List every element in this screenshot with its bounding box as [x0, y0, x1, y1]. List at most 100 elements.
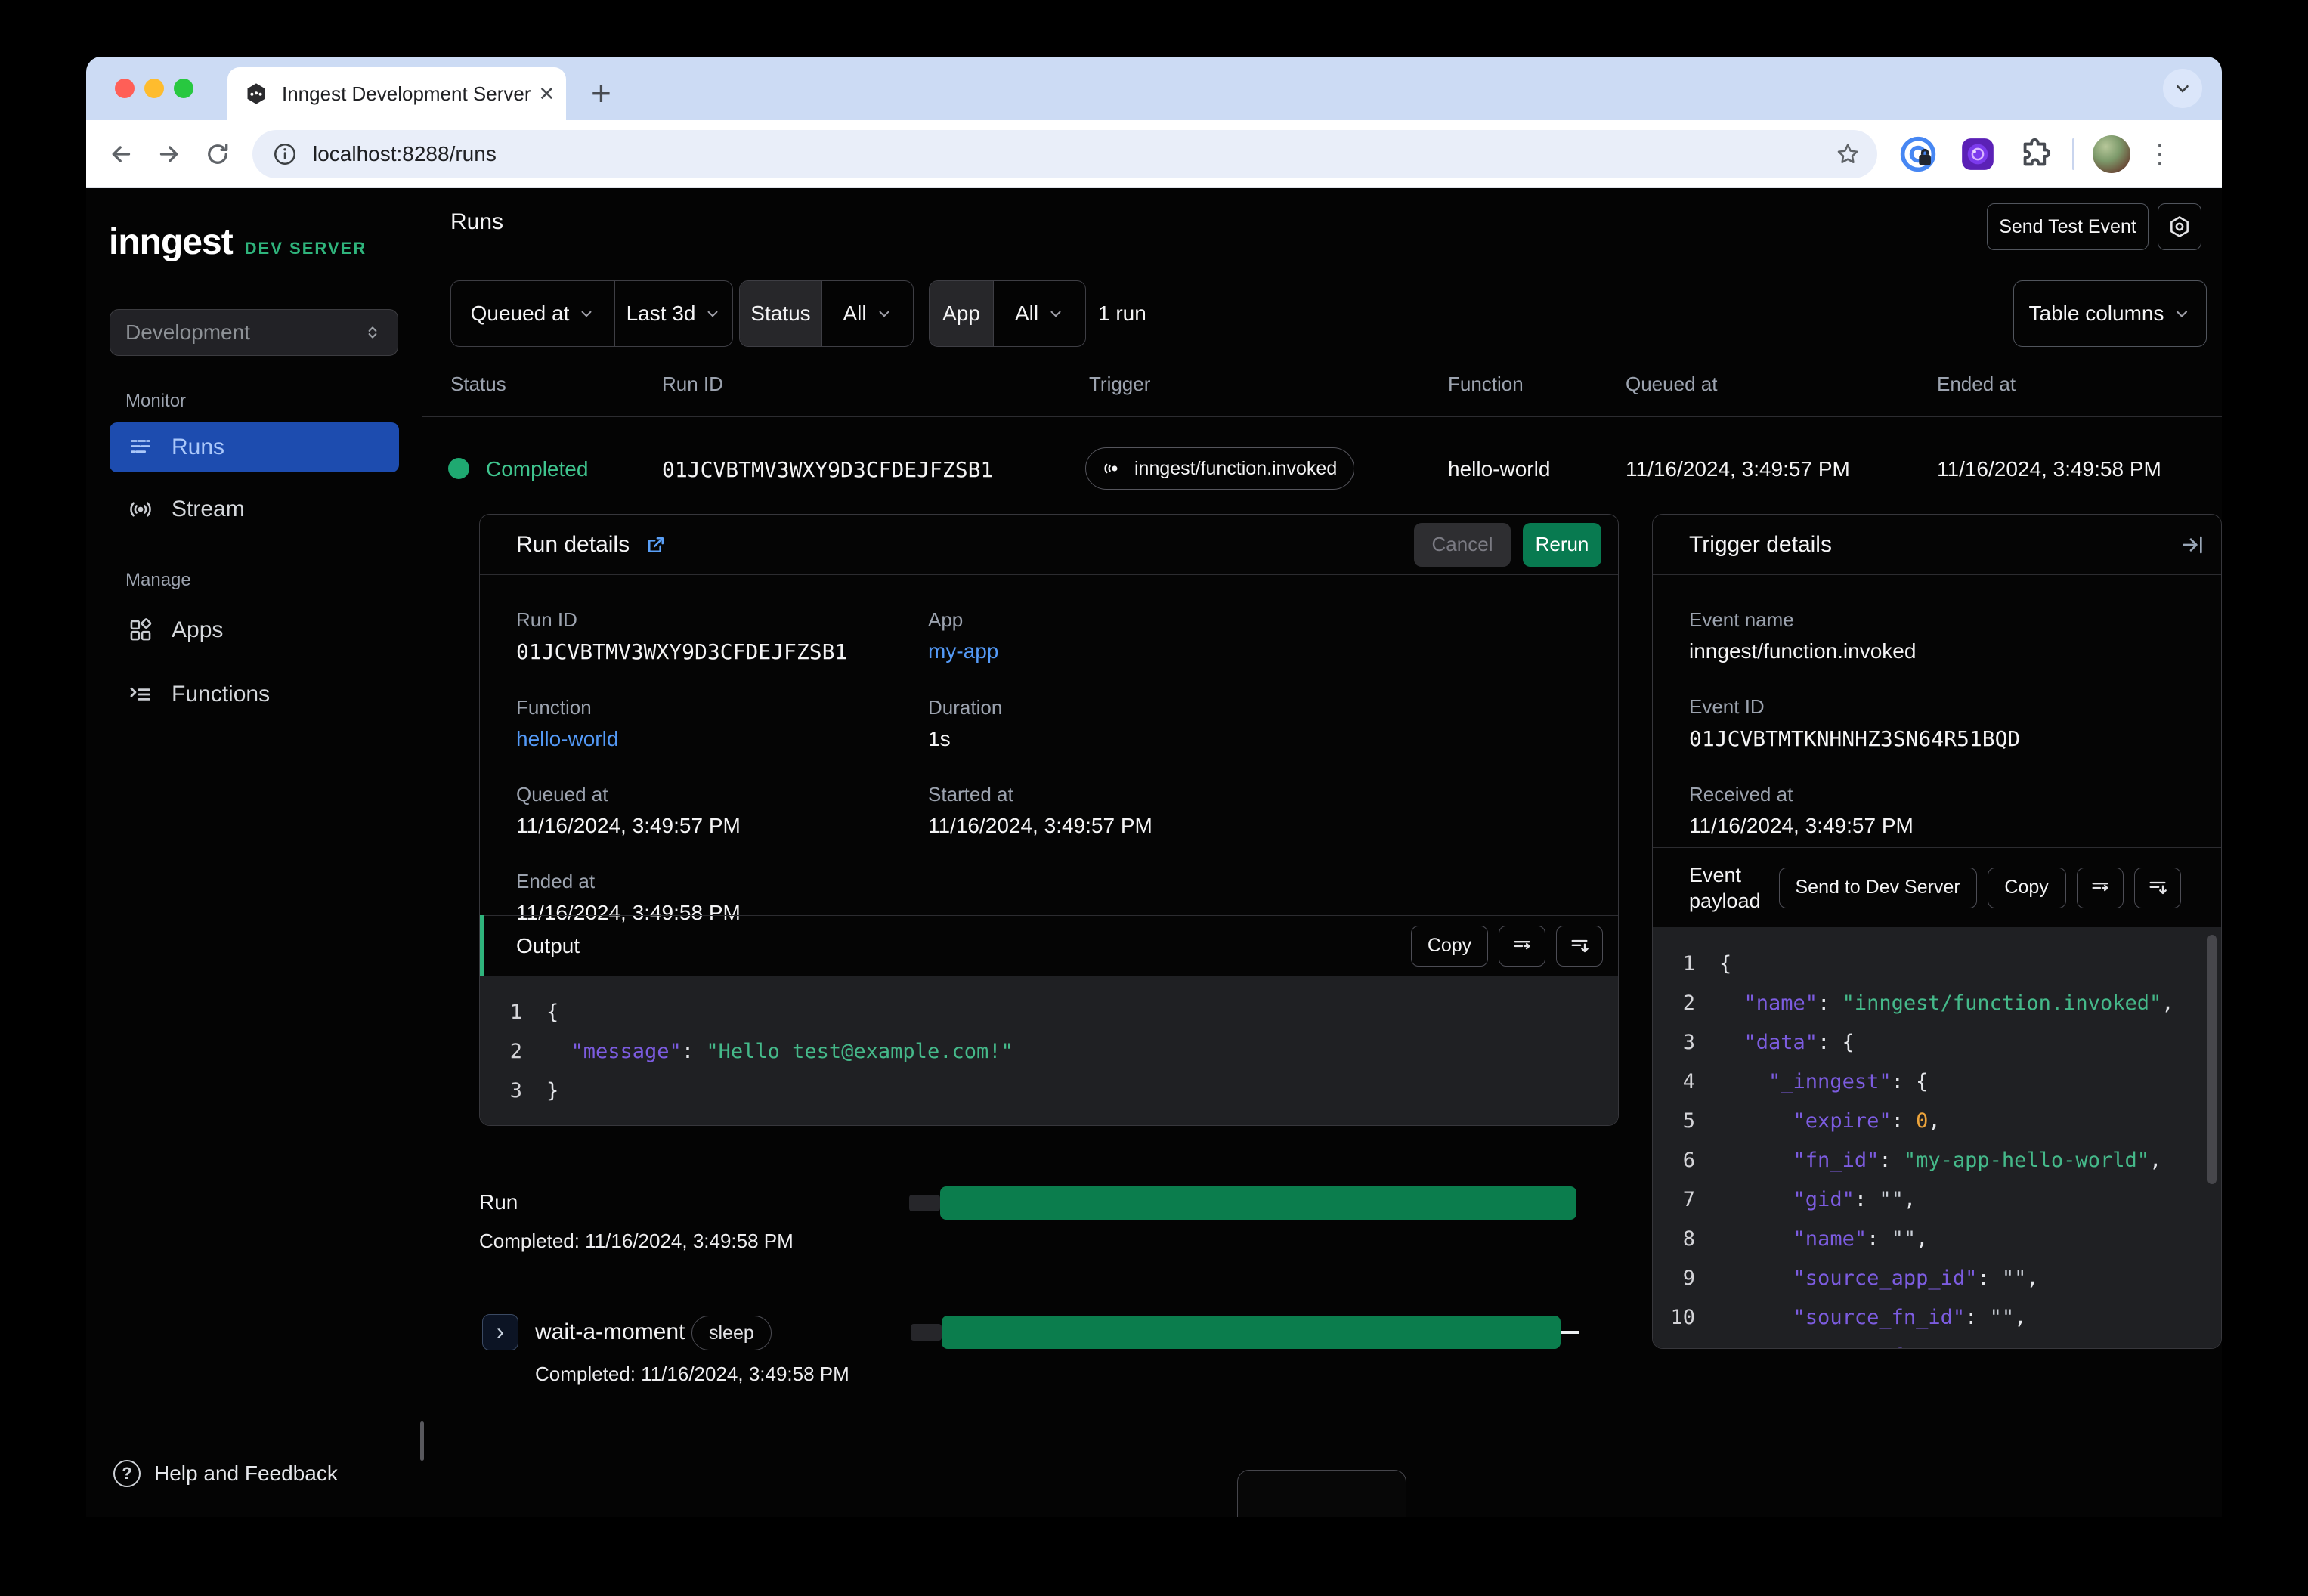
- chevron-down-icon: [2173, 305, 2191, 323]
- scroll-to-bottom-button[interactable]: [1556, 925, 1603, 967]
- column-header-run-id[interactable]: Run ID: [662, 373, 723, 396]
- settings-button[interactable]: [2158, 203, 2201, 250]
- field-value: 01JCVBTMV3WXY9D3CFDEJFZSB1: [516, 639, 848, 664]
- page-title: Runs: [450, 209, 504, 234]
- external-link-icon[interactable]: [645, 534, 667, 556]
- word-wrap-button[interactable]: [1499, 925, 1545, 967]
- sidebar-item-functions[interactable]: Functions: [110, 670, 399, 719]
- help-and-feedback[interactable]: ? Help and Feedback: [113, 1460, 338, 1487]
- time-range-button[interactable]: Last 3d: [614, 281, 732, 346]
- app-filter: App All: [929, 280, 1086, 347]
- field-run-id: Run ID 01JCVBTMV3WXY9D3CFDEJFZSB1: [516, 608, 928, 664]
- column-header-function[interactable]: Function: [1448, 373, 1524, 396]
- gear-icon: [2167, 215, 2192, 239]
- inngest-favicon-icon: [244, 82, 268, 106]
- tab-close-icon[interactable]: ✕: [539, 82, 555, 106]
- field-event-name: Event name inngest/function.invoked: [1689, 608, 2185, 663]
- code-line: 2 "message": "Hello test@example.com!": [509, 1039, 1013, 1063]
- function-link[interactable]: hello-world: [516, 727, 928, 751]
- table-columns-label: Table columns: [2028, 302, 2164, 325]
- site-info-icon[interactable]: [272, 141, 298, 167]
- event-payload-code[interactable]: 1{2 "name": "inngest/function.invoked", 3…: [1653, 927, 2221, 1348]
- environment-select[interactable]: Development: [110, 309, 398, 356]
- trigger-details-fields: Event name inngest/function.invoked Even…: [1653, 575, 2221, 838]
- status-filter-label: Status: [740, 281, 821, 346]
- traffic-close-button[interactable]: [115, 79, 135, 98]
- functions-icon: [128, 682, 153, 707]
- collapse-panel-icon[interactable]: [2180, 533, 2204, 557]
- trigger-pill[interactable]: inngest/function.invoked: [1085, 447, 1355, 490]
- purple-extension-icon[interactable]: [1959, 135, 1997, 173]
- rerun-button[interactable]: Rerun: [1523, 522, 1601, 567]
- field-value: 1s: [928, 727, 951, 750]
- new-tab-button[interactable]: +: [591, 69, 611, 117]
- column-header-queued-at[interactable]: Queued at: [1626, 373, 1717, 396]
- field-started-at: Started at 11/16/2024, 3:49:57 PM: [928, 783, 1582, 838]
- column-header-ended-at[interactable]: Ended at: [1937, 373, 2016, 396]
- traffic-minimize-button[interactable]: [144, 79, 164, 98]
- pulse-icon: [1103, 458, 1124, 479]
- trigger-details-card: Trigger details Event name inngest/funct…: [1652, 514, 2222, 1349]
- forward-button[interactable]: [145, 141, 193, 168]
- status-filter-button[interactable]: All: [821, 281, 913, 346]
- sidebar-item-apps[interactable]: Apps: [110, 605, 399, 655]
- send-test-event-button[interactable]: Send Test Event: [1987, 203, 2149, 250]
- field-label: Ended at: [516, 870, 596, 892]
- manage-section-label: Manage: [125, 570, 191, 590]
- copy-output-button[interactable]: Copy: [1411, 925, 1488, 967]
- word-wrap-button[interactable]: [2076, 867, 2124, 908]
- column-header-trigger[interactable]: Trigger: [1089, 373, 1150, 396]
- step-kind-badge: sleep: [691, 1316, 772, 1350]
- event-payload-header: Event payload Send to Dev Server Copy: [1653, 847, 2221, 927]
- code-line: 5 "expire": 0,: [1682, 1109, 1941, 1133]
- code-line: 1{: [1682, 951, 1732, 976]
- url-bar[interactable]: localhost:8288/runs: [252, 129, 1877, 178]
- profile-avatar[interactable]: [2093, 135, 2130, 173]
- help-icon: ?: [113, 1460, 141, 1487]
- app-link[interactable]: my-app: [928, 639, 1582, 663]
- trigger-details-header: Trigger details: [1653, 515, 2221, 575]
- bookmark-star-icon[interactable]: [1835, 141, 1861, 167]
- sidebar-item-runs[interactable]: Runs: [110, 422, 399, 472]
- sidebar-item-label: Apps: [172, 617, 224, 642]
- timeline-step-bar[interactable]: [911, 1316, 1579, 1349]
- status-dot-icon: [448, 458, 469, 479]
- sidebar-item-stream[interactable]: Stream: [110, 484, 399, 534]
- stream-icon: [128, 496, 153, 522]
- time-field-button[interactable]: Queued at: [451, 281, 614, 346]
- output-accent-bar: [480, 915, 484, 976]
- field-duration: Duration 1s: [928, 696, 1582, 751]
- logo-wordmark: inngest: [109, 222, 234, 262]
- code-line: 3 "data": {: [1682, 1030, 1855, 1054]
- chevron-down-icon: [876, 305, 893, 322]
- scroll-to-bottom-button[interactable]: [2133, 867, 2181, 908]
- traffic-zoom-button[interactable]: [174, 79, 193, 98]
- app-filter-label: App: [930, 281, 993, 346]
- field-value: 11/16/2024, 3:49:57 PM: [928, 814, 1152, 837]
- copy-payload-button[interactable]: Copy: [1987, 867, 2066, 908]
- browser-tab[interactable]: Inngest Development Server ✕: [227, 67, 566, 120]
- extensions-puzzle-icon[interactable]: [2018, 137, 2053, 172]
- partially-visible-button[interactable]: [1237, 1470, 1406, 1517]
- browser-menu-icon[interactable]: ⋮: [2147, 139, 2173, 169]
- row-trigger: inngest/function.invoked: [1134, 457, 1338, 479]
- scrollbar-thumb[interactable]: [420, 1421, 424, 1461]
- back-button[interactable]: [97, 141, 145, 168]
- scrollbar-thumb[interactable]: [2207, 935, 2217, 1184]
- help-label: Help and Feedback: [154, 1461, 338, 1485]
- onepassword-extension-icon[interactable]: [1898, 135, 1938, 174]
- output-code[interactable]: 1{2 "message": "Hello test@example.com!"…: [480, 976, 1618, 1125]
- field-label: App: [928, 608, 964, 631]
- field-label: Duration: [928, 696, 1003, 719]
- code-line: 8 "name": "",: [1682, 1226, 1929, 1251]
- cancel-button[interactable]: Cancel: [1414, 522, 1511, 567]
- column-header-status[interactable]: Status: [450, 373, 506, 396]
- tab-search-button[interactable]: [2163, 69, 2202, 108]
- timeline-run-bar[interactable]: [909, 1186, 1576, 1220]
- send-to-dev-server-button[interactable]: Send to Dev Server: [1778, 867, 1977, 908]
- app-filter-button[interactable]: All: [993, 281, 1085, 346]
- reload-button[interactable]: [193, 141, 242, 168]
- field-value: 11/16/2024, 3:49:57 PM: [1689, 814, 1914, 837]
- expand-step-button[interactable]: ›: [482, 1314, 518, 1350]
- table-columns-button[interactable]: Table columns: [2013, 280, 2207, 347]
